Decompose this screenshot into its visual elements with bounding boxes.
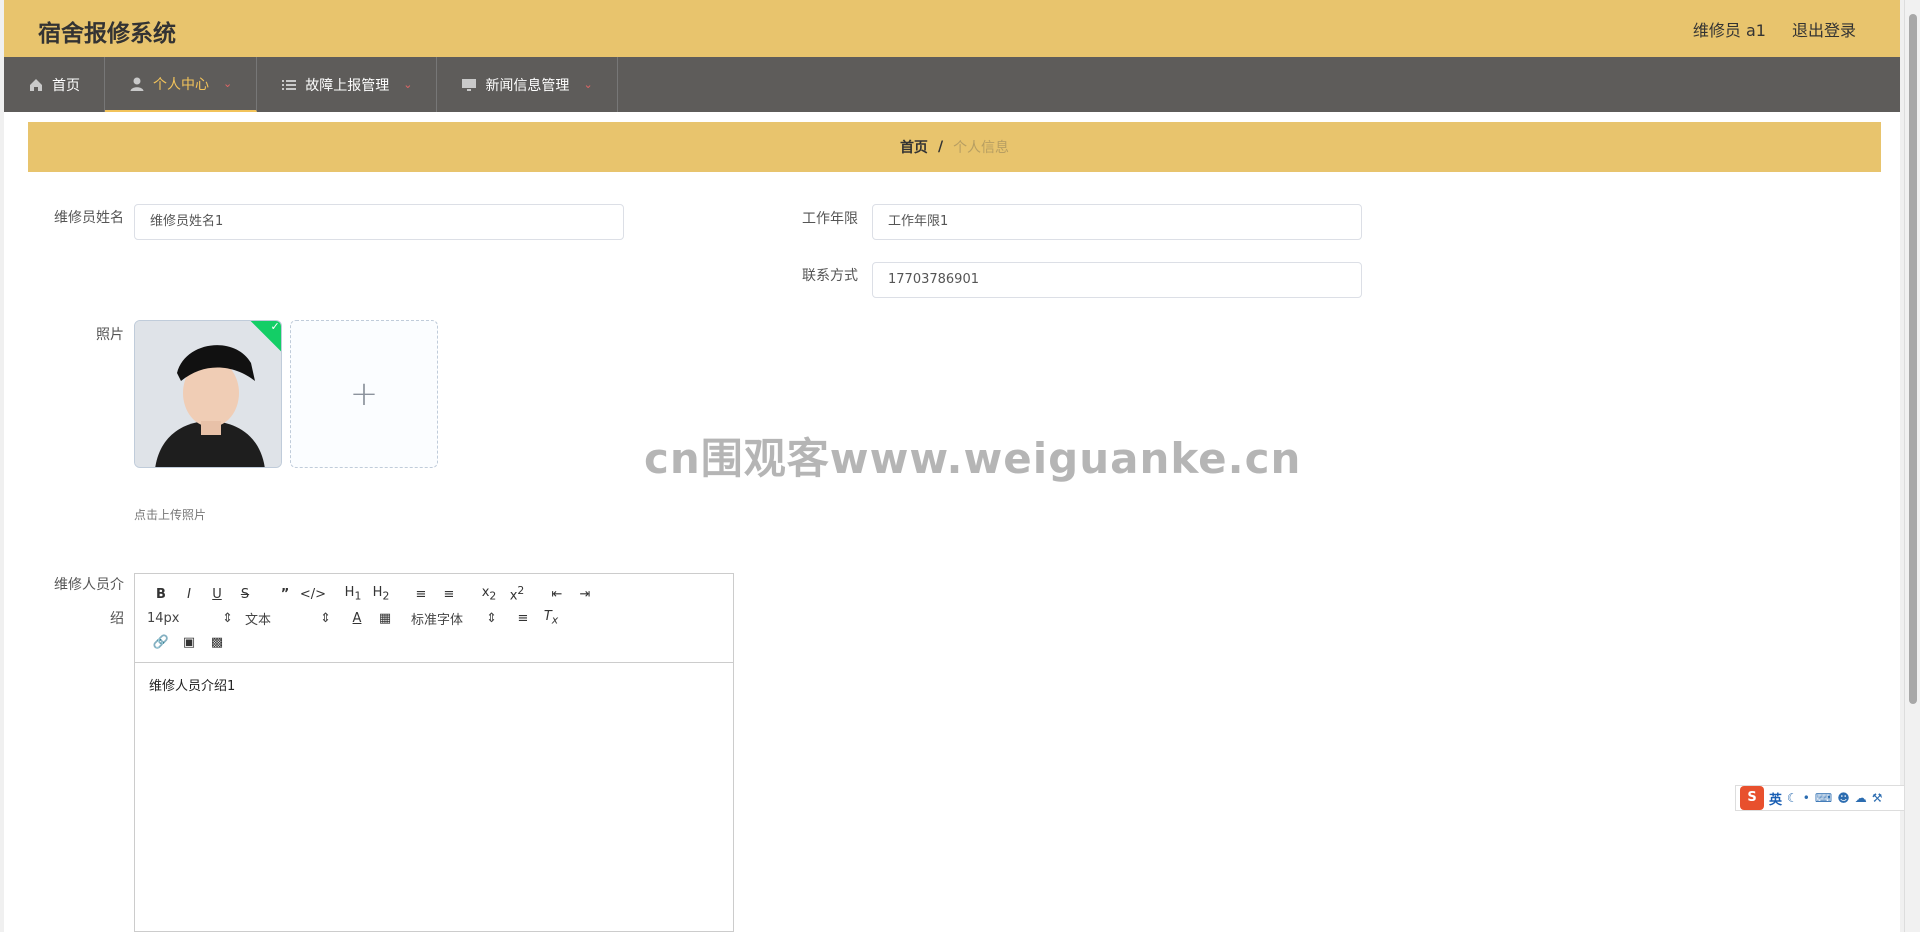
- heading-select[interactable]: 文本 ⇕: [245, 609, 331, 628]
- select-arrows-icon: ⇕: [222, 610, 233, 626]
- bullet-list-icon[interactable]: ≡: [435, 587, 463, 602]
- image-icon[interactable]: ▣: [175, 635, 203, 650]
- nav-item-personal-center[interactable]: 个人中心 ⌄: [105, 57, 258, 112]
- punctuation-icon[interactable]: •: [1803, 791, 1810, 805]
- font-family-select[interactable]: 标准字体 ⇕: [411, 609, 497, 628]
- breadcrumb-current: 个人信息: [953, 140, 1010, 156]
- breadcrumb-home[interactable]: 首页: [900, 137, 928, 157]
- code-icon[interactable]: </>: [299, 587, 327, 602]
- user-icon: [130, 77, 144, 91]
- font-family-value: 标准字体: [411, 612, 464, 628]
- editor-content[interactable]: 维修人员介绍1: [135, 663, 733, 706]
- uploaded-photo[interactable]: ✓: [134, 320, 282, 468]
- link-icon[interactable]: 🔗: [147, 635, 175, 650]
- breadcrumb: 首页 / 个人信息: [28, 122, 1881, 172]
- skin-icon[interactable]: ☁: [1855, 791, 1867, 805]
- font-size-select[interactable]: 14px ⇕: [147, 611, 233, 626]
- years-label: 工作年限: [802, 211, 858, 227]
- wrench-icon[interactable]: ⚒: [1872, 791, 1883, 805]
- toolbar-row-1: B I U S ” </> H1 H2 ≡ ≡ x2 x2 ⇤ ⇥: [147, 582, 721, 606]
- select-arrows-icon: ⇕: [320, 610, 331, 626]
- photo-label: 照片: [96, 327, 124, 343]
- toolbar-row-2: 14px ⇕ 文本 ⇕ A ▦ 标准字体 ⇕ ≡ Tx: [147, 606, 721, 630]
- nav-item-home[interactable]: 首页: [4, 57, 105, 112]
- h2-icon[interactable]: H2: [367, 585, 395, 603]
- logout-link[interactable]: 退出登录: [1792, 17, 1856, 41]
- intro-label: 维修人员介绍: [54, 577, 124, 627]
- moon-icon[interactable]: ☾: [1787, 791, 1798, 805]
- upload-tip: 点击上传照片: [134, 508, 207, 522]
- years-input[interactable]: 工作年限1: [872, 204, 1362, 240]
- quote-icon[interactable]: ”: [271, 587, 299, 602]
- main-nav: 首页 个人中心 ⌄ 故障上报管理 ⌄ 新闻信息管理 ⌄: [4, 57, 1900, 112]
- contact-input[interactable]: 17703786901: [872, 262, 1362, 298]
- avatar: [135, 321, 281, 467]
- chevron-down-icon: ⌄: [223, 77, 233, 90]
- toolbar-row-3: 🔗 ▣ ▩: [147, 630, 721, 654]
- breadcrumb-separator: /: [937, 139, 944, 155]
- top-header: 宿舍报修系统 维修员 a1 退出登录: [4, 0, 1900, 57]
- editor-toolbar: B I U S ” </> H1 H2 ≡ ≡ x2 x2 ⇤ ⇥ 14px ⇕…: [135, 574, 733, 663]
- list-icon: [282, 79, 297, 90]
- user-icon[interactable]: ☻: [1837, 791, 1850, 805]
- superscript-icon[interactable]: x2: [503, 584, 531, 603]
- nav-item-fault-report[interactable]: 故障上报管理 ⌄: [257, 57, 438, 112]
- nav-label-home: 首页: [52, 77, 80, 94]
- app-title: 宿舍报修系统: [38, 21, 176, 47]
- scrollbar[interactable]: [1904, 0, 1920, 932]
- upload-photo-button[interactable]: +: [290, 320, 438, 468]
- chevron-down-icon: ⌄: [403, 78, 413, 91]
- subscript-icon[interactable]: x2: [475, 585, 503, 603]
- outdent-icon[interactable]: ⇤: [543, 587, 571, 602]
- strike-icon[interactable]: S: [231, 587, 259, 602]
- ime-language[interactable]: 英: [1769, 789, 1782, 808]
- keyboard-icon[interactable]: ⌨: [1815, 791, 1832, 805]
- home-icon: [30, 78, 42, 91]
- ime-toolbar[interactable]: S 英 ☾ • ⌨ ☻ ☁ ⚒: [1735, 785, 1920, 811]
- font-color-icon[interactable]: A: [343, 611, 371, 626]
- watermark: cn围观客www.weiguanke.cn: [644, 434, 1302, 483]
- contact-label: 联系方式: [802, 268, 858, 284]
- underline-icon[interactable]: U: [203, 587, 231, 602]
- background-color-icon[interactable]: ▦: [371, 611, 399, 626]
- clear-format-icon[interactable]: Tx: [537, 609, 565, 627]
- heading-value: 文本: [245, 612, 272, 628]
- ordered-list-icon[interactable]: ≡: [407, 587, 435, 602]
- current-user-label: 维修员 a1: [1692, 21, 1766, 40]
- rich-text-editor[interactable]: B I U S ” </> H1 H2 ≡ ≡ x2 x2 ⇤ ⇥ 14px ⇕…: [134, 573, 734, 932]
- check-icon: ✓: [270, 320, 280, 333]
- scrollbar-thumb[interactable]: [1909, 14, 1917, 704]
- italic-icon[interactable]: I: [175, 587, 203, 602]
- nav-label-personal-center: 个人中心: [153, 76, 209, 93]
- nav-item-news[interactable]: 新闻信息管理 ⌄: [437, 57, 618, 112]
- align-icon[interactable]: ≡: [509, 611, 537, 626]
- indent-icon[interactable]: ⇥: [571, 587, 599, 602]
- name-input[interactable]: 维修员姓名1: [134, 204, 624, 240]
- user-area: 维修员 a1 退出登录: [1693, 17, 1856, 41]
- app-window: 宿舍报修系统 维修员 a1 退出登录 首页 个人中心 ⌄ 故障上报管理 ⌄ 新闻…: [4, 0, 1900, 932]
- profile-form: 维修员姓名 维修员姓名1 工作年限 工作年限1 联系方式 17703786901…: [28, 181, 1881, 932]
- ime-logo: S: [1740, 786, 1764, 810]
- bold-icon[interactable]: B: [147, 587, 175, 602]
- nav-label-fault-report: 故障上报管理: [305, 77, 390, 94]
- nav-label-news: 新闻信息管理: [485, 77, 570, 94]
- video-icon[interactable]: ▩: [203, 635, 231, 650]
- chevron-down-icon: ⌄: [583, 78, 593, 91]
- h1-icon[interactable]: H1: [339, 585, 367, 603]
- font-size-value: 14px: [147, 610, 180, 626]
- monitor-icon: [462, 78, 477, 91]
- plus-icon: +: [349, 374, 379, 414]
- name-label: 维修员姓名: [54, 210, 124, 226]
- select-arrows-icon: ⇕: [486, 610, 497, 626]
